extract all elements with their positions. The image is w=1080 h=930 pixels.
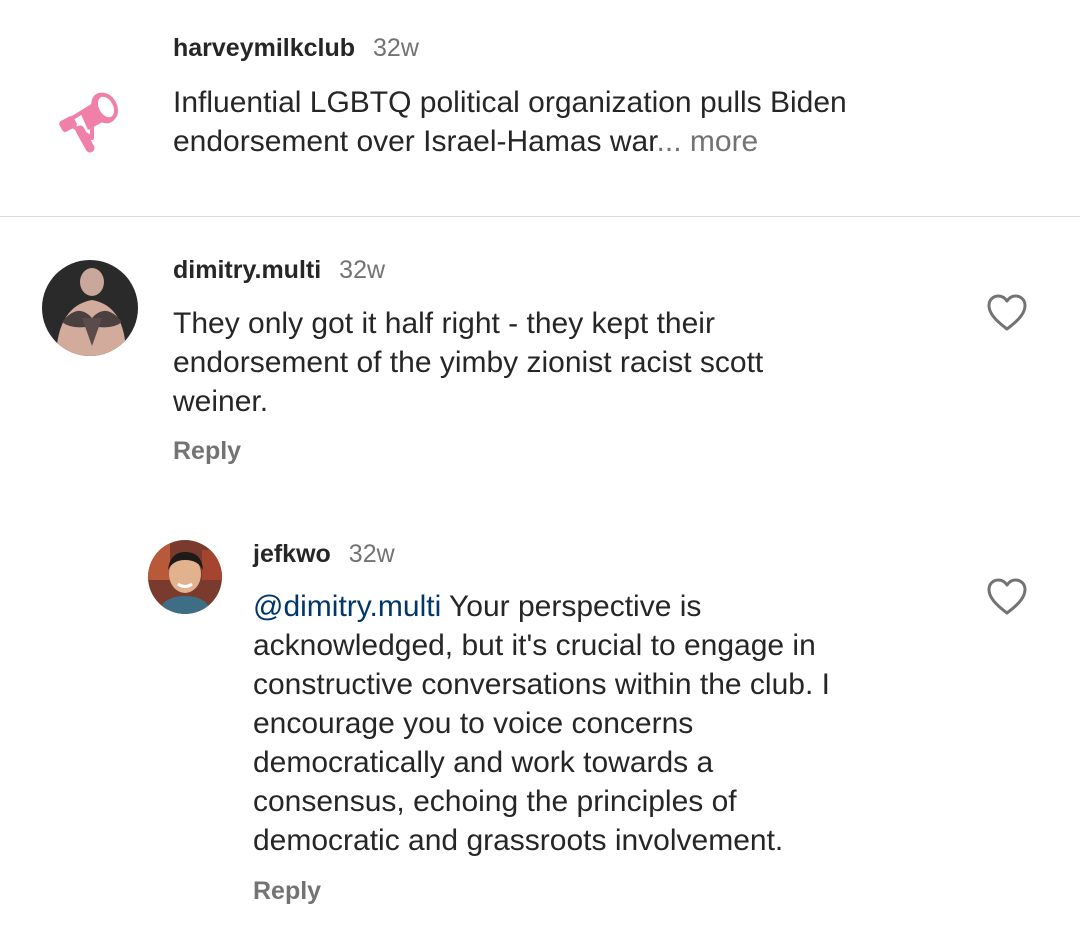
caption-line-last: endorsement over Israel-Hamas war... mor… xyxy=(173,122,847,161)
heart-outline-icon[interactable] xyxy=(986,293,1028,333)
avatar[interactable] xyxy=(148,540,222,614)
comment-line: democratically and work towards a xyxy=(253,746,714,779)
comment-line: democratic and grassroots involvement. xyxy=(253,824,784,857)
comment-meta: dimitry.multi 32w xyxy=(173,256,385,285)
caption-line: endorsement over Israel-Hamas war xyxy=(173,125,657,158)
caption-username[interactable]: harveymilkclub xyxy=(173,34,355,63)
comment-line: weiner. xyxy=(173,385,269,418)
more-link[interactable]: more xyxy=(690,125,758,158)
comment-text: They only got it half right - they kept … xyxy=(173,304,763,421)
comment-line: endorsement of the yimby zionist racist … xyxy=(173,346,764,379)
comment-username[interactable]: dimitry.multi xyxy=(173,256,321,285)
comment-line: consensus, echoing the principles of xyxy=(253,785,737,818)
caption-meta: harveymilkclub 32w xyxy=(173,34,419,63)
comment-meta: jefkwo 32w xyxy=(253,540,395,569)
caption-line: Influential LGBTQ political organization… xyxy=(173,86,847,119)
reply-button[interactable]: Reply xyxy=(173,437,241,466)
comment-line: acknowledged, but it's crucial to engage… xyxy=(253,629,816,662)
heart-outline-icon[interactable] xyxy=(986,577,1028,617)
comment-username[interactable]: jefkwo xyxy=(253,540,331,569)
reply-button[interactable]: Reply xyxy=(253,877,321,906)
comment-line: Your perspective is xyxy=(441,590,702,623)
mention-link[interactable]: @dimitry.multi xyxy=(253,590,441,623)
caption-text: Influential LGBTQ political organization… xyxy=(173,83,847,161)
caption-timestamp: 32w xyxy=(373,34,419,62)
comment-line: encourage you to voice concerns xyxy=(253,707,694,740)
caption-ellipsis: ... xyxy=(656,125,682,158)
comment-timestamp: 32w xyxy=(339,256,386,284)
megaphone-icon[interactable] xyxy=(52,82,124,154)
comment-text: @dimitry.multi Your perspective is ackno… xyxy=(253,587,830,860)
comment-line: They only got it half right - they kept … xyxy=(173,307,715,340)
post-caption: harveymilkclub 32w Influential LGBTQ pol… xyxy=(0,0,1080,216)
comment-timestamp: 32w xyxy=(348,540,395,568)
caption-divider xyxy=(0,216,1080,217)
comment-line: constructive conversations within the cl… xyxy=(253,668,830,701)
comment-line-first: @dimitry.multi Your perspective is xyxy=(253,587,830,626)
avatar[interactable] xyxy=(42,260,138,356)
